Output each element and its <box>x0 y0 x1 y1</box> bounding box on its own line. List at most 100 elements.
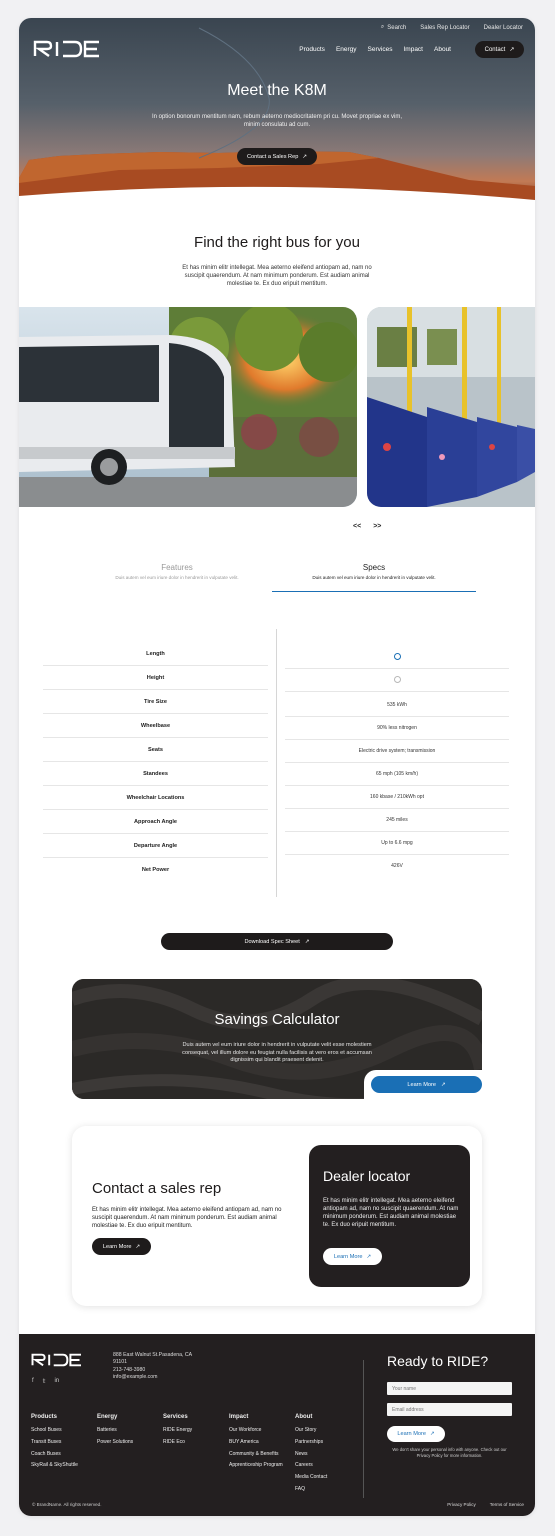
footer-link[interactable]: RIDE Energy <box>163 1425 192 1437</box>
find-bus-title: Find the right bus for you <box>194 234 360 251</box>
spec-value-check <box>285 646 509 669</box>
footer-link[interactable]: FAQ <box>295 1484 327 1496</box>
footer-link[interactable]: Apprenticeship Program <box>229 1460 283 1472</box>
main-nav: Products Energy Services Impact About <box>299 46 451 53</box>
facebook-icon[interactable]: f <box>32 1378 34 1385</box>
footer-link[interactable]: School Buses <box>31 1425 78 1437</box>
nav-impact[interactable]: Impact <box>403 46 423 53</box>
spec-value: Electric drive system; transmission <box>285 740 509 763</box>
find-bus-description: Et has minim elitr intellegat. Mea aeter… <box>182 265 372 287</box>
spec-value: 65 mph (105 km/h) <box>285 763 509 786</box>
footer-col-services: Services RIDE Energy RIDE Eco <box>163 1412 192 1449</box>
footer-col-energy: Energy Batteries Power Solutions <box>97 1412 133 1449</box>
tab-features[interactable]: Features Duis autem vel eum iriure dolor… <box>107 563 247 580</box>
footer-link[interactable]: BUY America <box>229 1437 283 1449</box>
spec-value-check <box>285 669 509 692</box>
spec-value: 90% less nitrogen <box>285 717 509 740</box>
savings-learn-more-button[interactable]: Learn More ↗ <box>371 1076 482 1093</box>
spec-value: 426V <box>391 863 403 869</box>
footer-address: 888 East Walnut St.Pasadena, CA 91101 21… <box>113 1352 193 1381</box>
savings-title: Savings Calculator <box>214 1011 340 1028</box>
savings-description: Duis autem vel eum iriure dolor in hendr… <box>182 1042 372 1063</box>
spec-value: 160 kbase / 210kWh opt <box>285 786 509 809</box>
spec-label: Length <box>43 642 268 666</box>
sales-rep-locator-link[interactable]: Sales Rep Locator <box>420 25 469 31</box>
footer-ride-logo[interactable] <box>31 1353 81 1367</box>
privacy-policy-link[interactable]: Privacy Policy <box>447 1502 476 1507</box>
hero-section: ⌕ Search Sales Rep Locator Dealer Locator… <box>19 18 535 208</box>
arrow-up-right-icon: ↗ <box>135 1243 141 1250</box>
spec-label: Net Power <box>141 867 170 873</box>
footer-link[interactable]: RIDE Eco <box>163 1437 192 1449</box>
nav-about[interactable]: About <box>434 46 451 53</box>
contact-button[interactable]: Contact ↗ <box>475 41 524 58</box>
ride-logo[interactable] <box>33 40 99 58</box>
contact-sales-rep-button[interactable]: Contact a Sales Rep ↗ <box>237 148 317 165</box>
footer-link[interactable]: Community & Benefits <box>229 1449 283 1461</box>
contact-sales-rep-title: Contact a sales rep <box>92 1180 222 1197</box>
arrow-up-right-icon: ↗ <box>366 1253 372 1260</box>
search-icon: ⌕ <box>380 24 385 30</box>
coach-bus-image <box>19 307 357 507</box>
dealer-description: Et has minim elitr intellegat. Mea aeter… <box>323 1198 459 1228</box>
specs-table: Length Height Tire Size Wheelbase Seats … <box>43 629 509 897</box>
contact-card: Contact a sales rep Et has minim elitr i… <box>72 1126 482 1306</box>
footer-link[interactable]: Media Contact <box>295 1472 327 1484</box>
hero-description: In option bonorum mentitum nam, rebum ae… <box>151 114 403 128</box>
footer-link[interactable]: Power Solutions <box>97 1437 133 1449</box>
arrow-up-right-icon: ↗ <box>429 1431 435 1437</box>
footer-link[interactable]: Coach Buses <box>31 1449 78 1461</box>
spec-label: Approach Angle <box>43 810 268 834</box>
dealer-locator-card: Dealer locator Et has minim elitr intell… <box>309 1145 470 1287</box>
spec-value: 245 miles <box>285 809 509 832</box>
spec-label: Wheelchair Locations <box>43 786 268 810</box>
table-divider <box>276 629 277 897</box>
email-input[interactable] <box>387 1403 512 1416</box>
newsletter-title: Ready to RIDE? <box>387 1353 489 1369</box>
spec-label: Standees <box>43 762 268 786</box>
nav-products[interactable]: Products <box>299 46 325 53</box>
footer-col-about: About Our Story Partnerships News Career… <box>295 1412 327 1496</box>
twitter-icon[interactable]: 𝕥 <box>43 1378 46 1385</box>
footer-col-impact: Impact Our Workforce BUY America Communi… <box>229 1412 283 1472</box>
footer-link[interactable]: SkyRail & SkyShuttle <box>31 1460 78 1472</box>
spec-label: Departure Angle <box>43 834 268 858</box>
footer-link[interactable]: Batteries <box>97 1425 133 1437</box>
hero-title: Meet the K8M <box>227 82 327 99</box>
page: ⌕ Search Sales Rep Locator Dealer Locator… <box>19 18 535 1516</box>
carousel-next-button[interactable]: >> <box>373 523 381 530</box>
terms-of-service-link[interactable]: Terms of Service <box>490 1502 524 1507</box>
footer-link[interactable]: Our Story <box>295 1425 327 1437</box>
dealer-learn-more-button[interactable]: Learn More ↗ <box>323 1248 382 1265</box>
footer-link[interactable]: Partnerships <box>295 1437 327 1449</box>
footer-link[interactable]: Transit Buses <box>31 1437 78 1449</box>
download-spec-sheet-button[interactable]: Download Spec Sheet ↗ <box>161 933 393 950</box>
nav-energy[interactable]: Energy <box>336 46 357 53</box>
check-circle-icon <box>393 676 401 684</box>
nav-services[interactable]: Services <box>368 46 393 53</box>
linkedin-icon[interactable]: in <box>54 1378 59 1385</box>
carousel-prev-button[interactable]: << <box>353 523 361 530</box>
footer-phone[interactable]: 213-748-3980 <box>113 1367 192 1374</box>
dealer-locator-title: Dealer locator <box>323 1168 411 1184</box>
search-link[interactable]: ⌕ Search <box>381 24 406 31</box>
arrow-up-right-icon: ↗ <box>440 1081 446 1088</box>
dealer-locator-link[interactable]: Dealer Locator <box>484 25 523 31</box>
spec-label: Wheelbase <box>43 714 268 738</box>
newsletter-learn-more-button[interactable]: Learn More ↗ <box>387 1426 445 1442</box>
footer-col-products: Products School Buses Transit Buses Coac… <box>31 1412 78 1472</box>
spec-label: Tire Size <box>43 690 268 714</box>
check-circle-icon <box>393 653 401 661</box>
contact-description: Et has minim elitr intellegat. Mea aeter… <box>92 1207 282 1229</box>
spec-value: 535 kWh <box>285 694 509 717</box>
arrow-up-right-icon: ↗ <box>304 938 310 945</box>
footer-link[interactable]: News <box>295 1449 327 1461</box>
footer-link[interactable]: Our Workforce <box>229 1425 283 1437</box>
name-input[interactable] <box>387 1382 512 1395</box>
footer-email[interactable]: info@example.com <box>113 1374 192 1381</box>
contact-learn-more-button[interactable]: Learn More ↗ <box>92 1238 151 1255</box>
spec-value: Up to 6.6 mpg <box>285 832 509 855</box>
tab-specs[interactable]: Specs Duis autem vel eum iriure dolor in… <box>272 563 476 592</box>
footer-link[interactable]: Careers <box>295 1460 327 1472</box>
arrow-up-right-icon: ↗ <box>302 153 307 160</box>
